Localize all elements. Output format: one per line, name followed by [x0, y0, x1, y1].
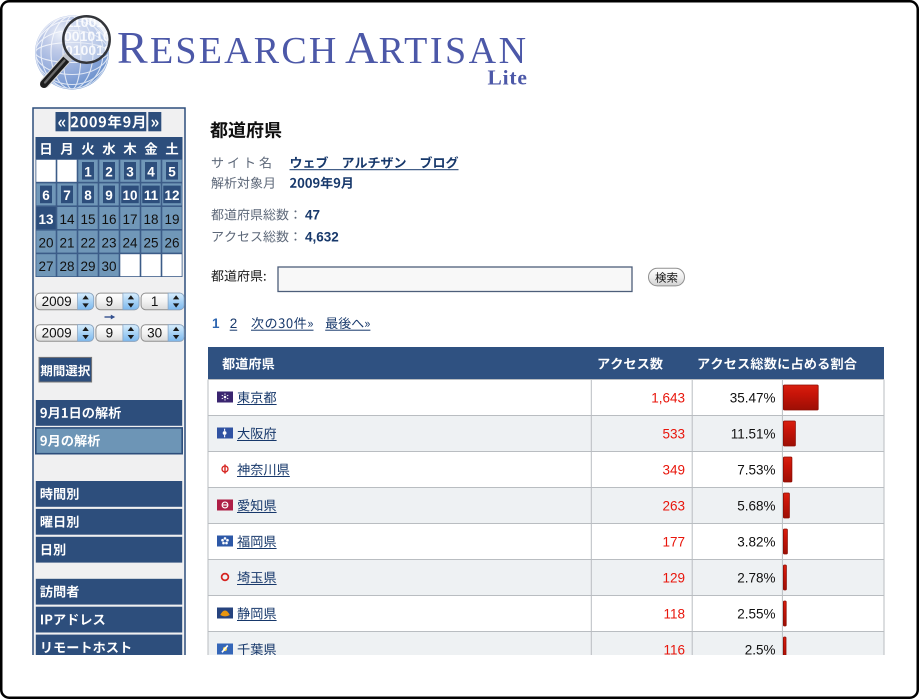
svg-text:15: 15 — [80, 212, 95, 227]
svg-text:16: 16 — [101, 212, 116, 227]
svg-text:118: 118 — [663, 606, 685, 621]
svg-text:Lite: Lite — [488, 66, 528, 90]
svg-text:7: 7 — [63, 188, 71, 203]
svg-text:263: 263 — [662, 498, 685, 513]
svg-text:47: 47 — [305, 207, 320, 222]
svg-text:35.47%: 35.47% — [730, 390, 776, 405]
svg-text:22: 22 — [80, 235, 95, 250]
svg-text:13: 13 — [38, 212, 54, 227]
svg-text:2009: 2009 — [42, 294, 72, 309]
svg-text:3.82%: 3.82% — [737, 534, 775, 549]
svg-text:17: 17 — [122, 212, 137, 227]
svg-text:23: 23 — [101, 235, 116, 250]
svg-text:20: 20 — [38, 235, 53, 250]
svg-text:5: 5 — [168, 165, 176, 180]
svg-text:2.55%: 2.55% — [737, 606, 775, 621]
svg-text:25: 25 — [143, 235, 158, 250]
svg-text:177: 177 — [662, 534, 685, 549]
svg-text:12: 12 — [164, 188, 179, 203]
svg-text:2: 2 — [230, 316, 238, 331]
svg-text:10: 10 — [122, 188, 137, 203]
svg-text:29: 29 — [80, 259, 95, 274]
svg-text:1,643: 1,643 — [651, 390, 685, 405]
svg-text:9: 9 — [106, 325, 114, 340]
svg-text:129: 129 — [662, 570, 685, 585]
svg-text:11.51%: 11.51% — [731, 426, 776, 441]
svg-text:2009: 2009 — [42, 325, 72, 340]
svg-text:2.78%: 2.78% — [737, 570, 775, 585]
svg-text:19: 19 — [164, 212, 179, 227]
svg-text:26: 26 — [164, 235, 179, 250]
svg-text:1: 1 — [212, 316, 220, 331]
svg-text:11: 11 — [144, 188, 159, 203]
svg-text:21: 21 — [59, 235, 74, 250]
svg-text:27: 27 — [38, 259, 53, 274]
svg-text:6: 6 — [42, 188, 50, 203]
svg-text:24: 24 — [122, 235, 138, 250]
svg-text:18: 18 — [143, 212, 158, 227]
svg-text:3: 3 — [126, 165, 134, 180]
svg-text:2: 2 — [105, 165, 113, 180]
svg-text:14: 14 — [59, 212, 75, 227]
svg-text:ESEARCH: ESEARCH — [150, 30, 339, 72]
svg-text:9: 9 — [105, 188, 113, 203]
svg-text:7.53%: 7.53% — [737, 462, 775, 477]
svg-text:30: 30 — [101, 259, 116, 274]
svg-text:1: 1 — [84, 165, 92, 180]
svg-text:A: A — [345, 22, 378, 73]
svg-text:9: 9 — [106, 294, 114, 309]
svg-text:5.68%: 5.68% — [737, 498, 775, 513]
svg-text:349: 349 — [662, 462, 685, 477]
svg-text:533: 533 — [662, 426, 685, 441]
svg-text:4,632: 4,632 — [305, 229, 339, 244]
svg-text:30: 30 — [147, 325, 162, 340]
svg-text:8: 8 — [84, 188, 92, 203]
svg-text:1: 1 — [151, 294, 159, 309]
svg-text:4: 4 — [147, 165, 155, 180]
svg-text:R: R — [117, 22, 148, 73]
svg-text:28: 28 — [59, 259, 74, 274]
